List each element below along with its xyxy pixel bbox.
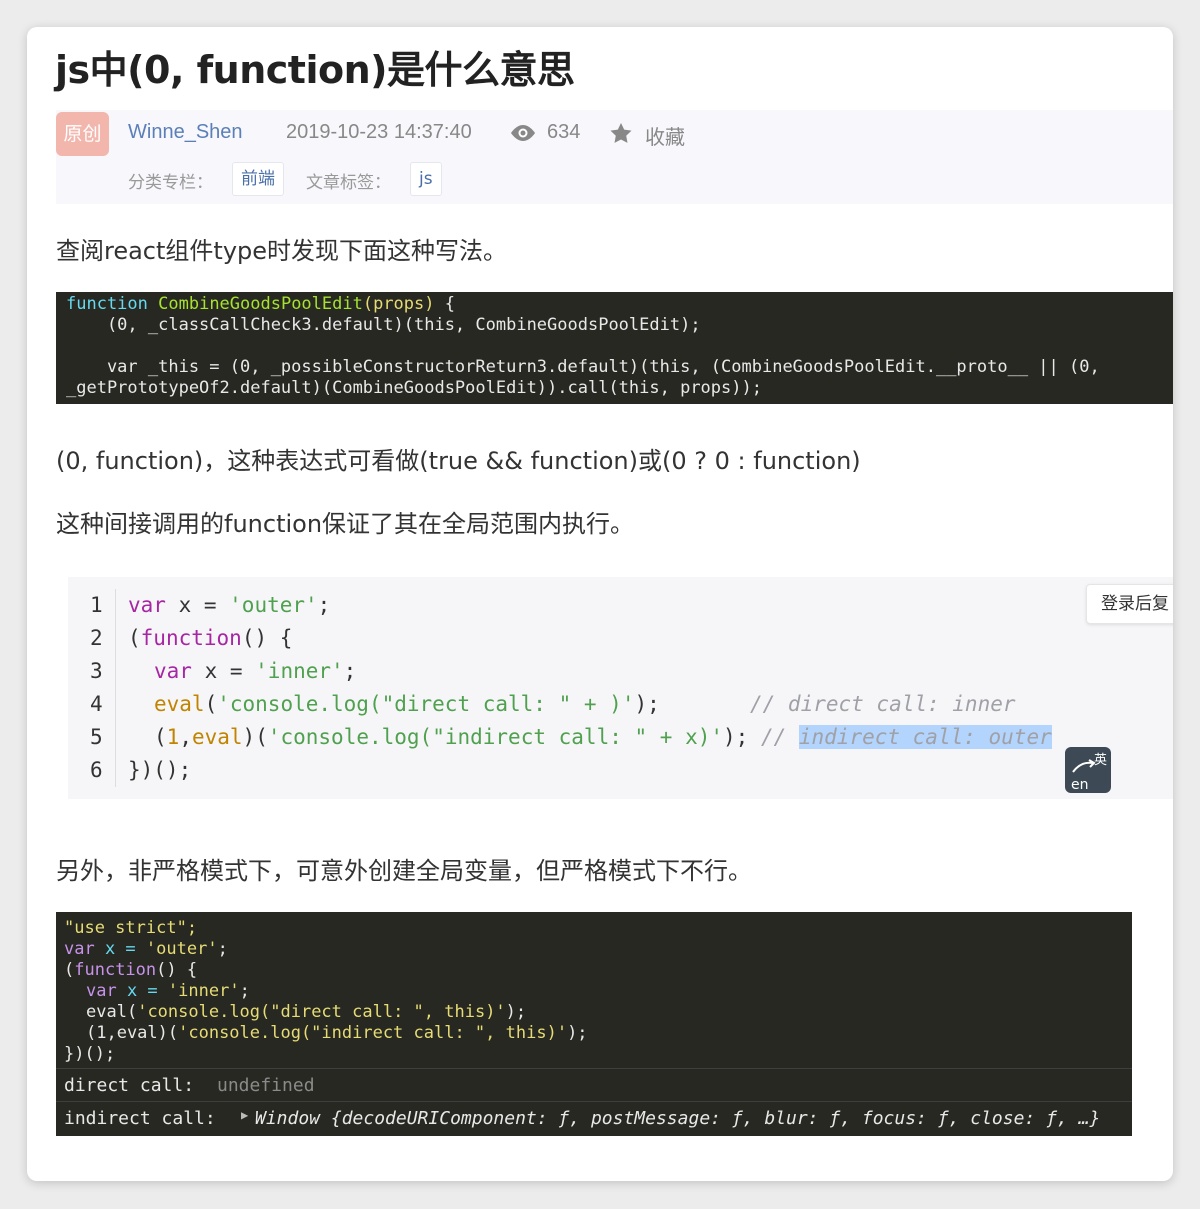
line-number: 1: [90, 593, 103, 617]
code-line: var _this = (0, _possibleConstructorRetu…: [66, 357, 1100, 377]
code-block-3: "use strict"; var x = 'outer'; (function…: [56, 912, 1132, 1136]
code-line: "use strict";: [64, 918, 198, 938]
paragraph-4: 另外，非严格模式下，可意外创建全局变量，但严格模式下不行。: [56, 857, 752, 885]
code-line: var x = 'inner';: [154, 659, 357, 683]
star-icon[interactable]: [609, 122, 633, 148]
code-line: _getPrototypeOf2.default)(CombineGoodsPo…: [66, 378, 762, 398]
line-number: 2: [90, 626, 103, 650]
article-meta: 原创 Winne_Shen 2019-10-23 14:37:40 634 收藏…: [56, 110, 1173, 204]
line-number: 6: [90, 758, 103, 782]
code-line: var x = 'inner';: [86, 981, 250, 1001]
category-label: 分类专栏：: [128, 173, 213, 193]
paragraph-2: (0, function)，这种表达式可看做(true && function)…: [56, 447, 861, 475]
line-number: 5: [90, 725, 103, 749]
publish-date: 2019-10-23 14:37:40: [286, 121, 472, 143]
article-card: js中(0, function)是什么意思 原创 Winne_Shen 2019…: [27, 27, 1173, 1181]
article-tag[interactable]: js: [410, 162, 442, 196]
code-line: (0, _classCallCheck3.default)(this, Comb…: [66, 315, 701, 335]
code-line: function CombineGoodsPoolEdit(props) {: [66, 294, 455, 314]
tags-label: 文章标签：: [306, 173, 391, 193]
console-output-indirect: indirect call: ▶ Window {decodeURICompon…: [56, 1101, 1132, 1134]
code-line: })();: [128, 758, 192, 782]
category-tag[interactable]: 前端: [232, 162, 284, 196]
code-line: var x = 'outer';: [64, 939, 228, 959]
code-line: (function() {: [64, 960, 198, 980]
code-line: eval('console.log("direct call: ", this)…: [86, 1002, 527, 1022]
code-line: })();: [64, 1044, 116, 1064]
original-badge: 原创: [56, 112, 109, 156]
expand-arrow-icon[interactable]: ▶: [241, 1108, 248, 1122]
code-block-1: function CombineGoodsPoolEdit(props) { (…: [56, 292, 1173, 404]
paragraph-1: 查阅react组件type时发现下面这种写法。: [56, 237, 508, 265]
code-line: (1,eval)('console.log("indirect call: ",…: [86, 1023, 588, 1043]
code-block-2: 1 2 3 4 5 6 var x = 'outer'; (function()…: [68, 577, 1173, 799]
code-comment: // direct call: inner: [750, 692, 1016, 716]
code-line: (function() {: [128, 626, 293, 650]
eye-icon: [509, 124, 537, 146]
paragraph-3: 这种间接调用的function保证了其在全局范围内执行。: [56, 510, 635, 538]
favorite-button[interactable]: 收藏: [645, 121, 685, 150]
gutter-divider: [115, 589, 116, 787]
login-to-copy-button[interactable]: 登录后复: [1086, 584, 1173, 624]
article-title: js中(0, function)是什么意思: [55, 48, 575, 92]
view-count: 634: [547, 121, 581, 143]
console-output-direct: direct call: undefined: [56, 1068, 1132, 1101]
line-number: 4: [90, 692, 103, 716]
ime-language-icon[interactable]: 英 en: [1065, 747, 1111, 793]
code-line: eval('console.log("direct call: " + )');: [154, 692, 660, 716]
line-number: 3: [90, 659, 103, 683]
author-link[interactable]: Winne_Shen: [128, 121, 243, 144]
selected-text: indirect call: outer: [798, 725, 1052, 749]
code-line: var x = 'outer';: [128, 593, 331, 617]
code-line: (1,eval)('console.log("indirect call: " …: [154, 725, 1052, 749]
